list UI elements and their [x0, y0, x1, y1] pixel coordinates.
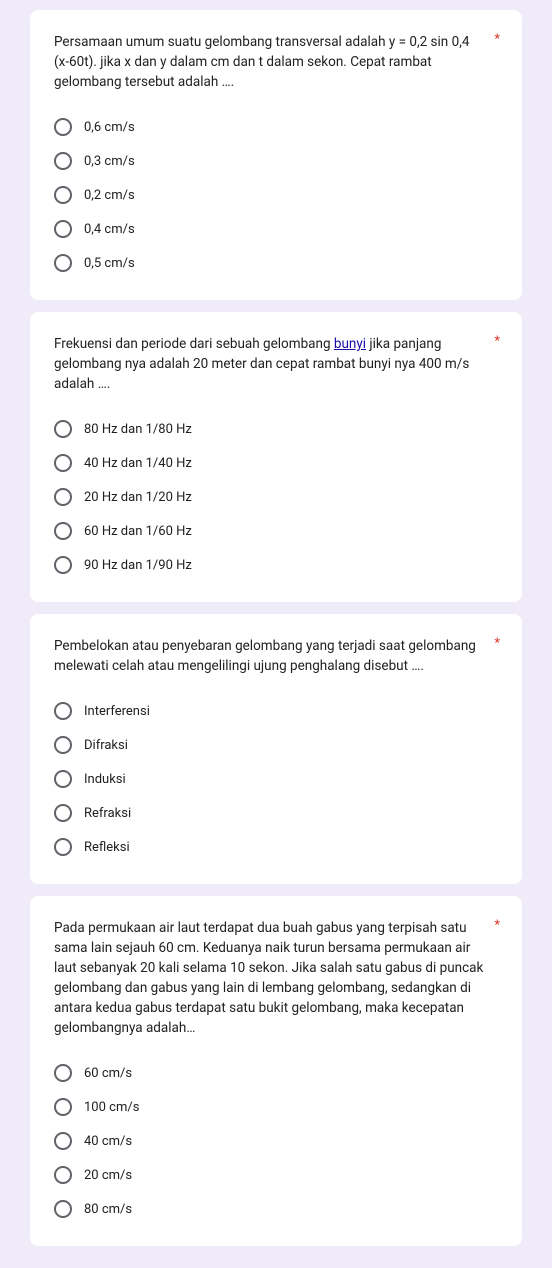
options-group: 60 cm/s 100 cm/s 40 cm/s 20 cm/s 80 cm/s — [54, 1058, 498, 1224]
question-text: Pembelokan atau penyebaran gelombang yan… — [54, 636, 498, 676]
radio-option[interactable]: 60 Hz dan 1/60 Hz — [54, 516, 498, 546]
option-label: Difraksi — [84, 738, 128, 753]
option-label: 90 Hz dan 1/90 Hz — [84, 558, 192, 573]
radio-option[interactable]: 20 Hz dan 1/20 Hz — [54, 482, 498, 512]
question-card-1: * Persamaan umum suatu gelombang transve… — [30, 10, 522, 300]
option-label: 0,5 cm/s — [84, 256, 135, 271]
option-label: 60 cm/s — [84, 1066, 132, 1081]
options-group: Interferensi Difraksi Induksi Refraksi R… — [54, 696, 498, 862]
option-label: Interferensi — [84, 704, 150, 719]
option-label: 0,4 cm/s — [84, 222, 135, 237]
radio-option[interactable]: 100 cm/s — [54, 1092, 498, 1122]
radio-icon — [54, 118, 72, 136]
option-label: 0,2 cm/s — [84, 188, 135, 203]
radio-option[interactable]: Induksi — [54, 764, 498, 794]
radio-icon — [54, 736, 72, 754]
radio-option[interactable]: 80 Hz dan 1/80 Hz — [54, 414, 498, 444]
radio-icon — [54, 1200, 72, 1218]
option-label: 40 Hz dan 1/40 Hz — [84, 456, 192, 471]
radio-option[interactable]: 60 cm/s — [54, 1058, 498, 1088]
radio-option[interactable]: Interferensi — [54, 696, 498, 726]
options-group: 80 Hz dan 1/80 Hz 40 Hz dan 1/40 Hz 20 H… — [54, 414, 498, 580]
option-label: Induksi — [84, 772, 126, 787]
question-card-3: * Pembelokan atau penyebaran gelombang y… — [30, 614, 522, 884]
radio-option[interactable]: 40 Hz dan 1/40 Hz — [54, 448, 498, 478]
radio-icon — [54, 186, 72, 204]
question-text-segment: Frekuensi dan periode dari sebuah gelomb… — [54, 336, 334, 352]
radio-option[interactable]: 0,5 cm/s — [54, 248, 498, 278]
radio-icon — [54, 1166, 72, 1184]
radio-icon — [54, 838, 72, 856]
required-indicator: * — [494, 32, 500, 47]
radio-icon — [54, 454, 72, 472]
radio-icon — [54, 804, 72, 822]
option-label: 0,3 cm/s — [84, 154, 135, 169]
question-text-segment: Pembelokan atau penyebaran gelombang yan… — [54, 638, 476, 674]
options-group: 0,6 cm/s 0,3 cm/s 0,2 cm/s 0,4 cm/s 0,5 … — [54, 112, 498, 278]
option-label: Refleksi — [84, 840, 130, 855]
radio-icon — [54, 770, 72, 788]
radio-icon — [54, 556, 72, 574]
option-label: 80 cm/s — [84, 1202, 132, 1217]
radio-icon — [54, 1132, 72, 1150]
option-label: 20 cm/s — [84, 1168, 132, 1183]
radio-icon — [54, 488, 72, 506]
radio-option[interactable]: Refleksi — [54, 832, 498, 862]
question-text: Frekuensi dan periode dari sebuah gelomb… — [54, 334, 498, 394]
radio-icon — [54, 254, 72, 272]
question-card-4: * Pada permukaan air laut terdapat dua b… — [30, 896, 522, 1246]
option-label: 100 cm/s — [84, 1100, 139, 1115]
radio-icon — [54, 702, 72, 720]
required-indicator: * — [494, 334, 500, 349]
radio-icon — [54, 522, 72, 540]
option-label: 60 Hz dan 1/60 Hz — [84, 524, 192, 539]
option-label: 20 Hz dan 1/20 Hz — [84, 490, 192, 505]
option-label: 0,6 cm/s — [84, 120, 135, 135]
radio-option[interactable]: 0,3 cm/s — [54, 146, 498, 176]
radio-option[interactable]: 0,4 cm/s — [54, 214, 498, 244]
question-card-2: * Frekuensi dan periode dari sebuah gelo… — [30, 312, 522, 602]
required-indicator: * — [494, 636, 500, 651]
radio-option[interactable]: 20 cm/s — [54, 1160, 498, 1190]
option-label: Refraksi — [84, 806, 131, 821]
radio-option[interactable]: 0,2 cm/s — [54, 180, 498, 210]
radio-option[interactable]: 80 cm/s — [54, 1194, 498, 1224]
radio-icon — [54, 1098, 72, 1116]
radio-option[interactable]: 90 Hz dan 1/90 Hz — [54, 550, 498, 580]
radio-option[interactable]: Refraksi — [54, 798, 498, 828]
radio-icon — [54, 152, 72, 170]
radio-option[interactable]: 0,6 cm/s — [54, 112, 498, 142]
question-text-segment: Pada permukaan air laut terdapat dua bua… — [54, 920, 483, 1036]
radio-icon — [54, 1064, 72, 1082]
question-link[interactable]: bunyi — [334, 336, 366, 352]
question-text-segment: Persamaan umum suatu gelombang transvers… — [54, 34, 469, 90]
required-indicator: * — [494, 918, 500, 933]
option-label: 40 cm/s — [84, 1134, 132, 1149]
radio-option[interactable]: 40 cm/s — [54, 1126, 498, 1156]
question-text: Pada permukaan air laut terdapat dua bua… — [54, 918, 498, 1038]
question-text: Persamaan umum suatu gelombang transvers… — [54, 32, 498, 92]
radio-icon — [54, 420, 72, 438]
option-label: 80 Hz dan 1/80 Hz — [84, 422, 192, 437]
radio-icon — [54, 220, 72, 238]
radio-option[interactable]: Difraksi — [54, 730, 498, 760]
